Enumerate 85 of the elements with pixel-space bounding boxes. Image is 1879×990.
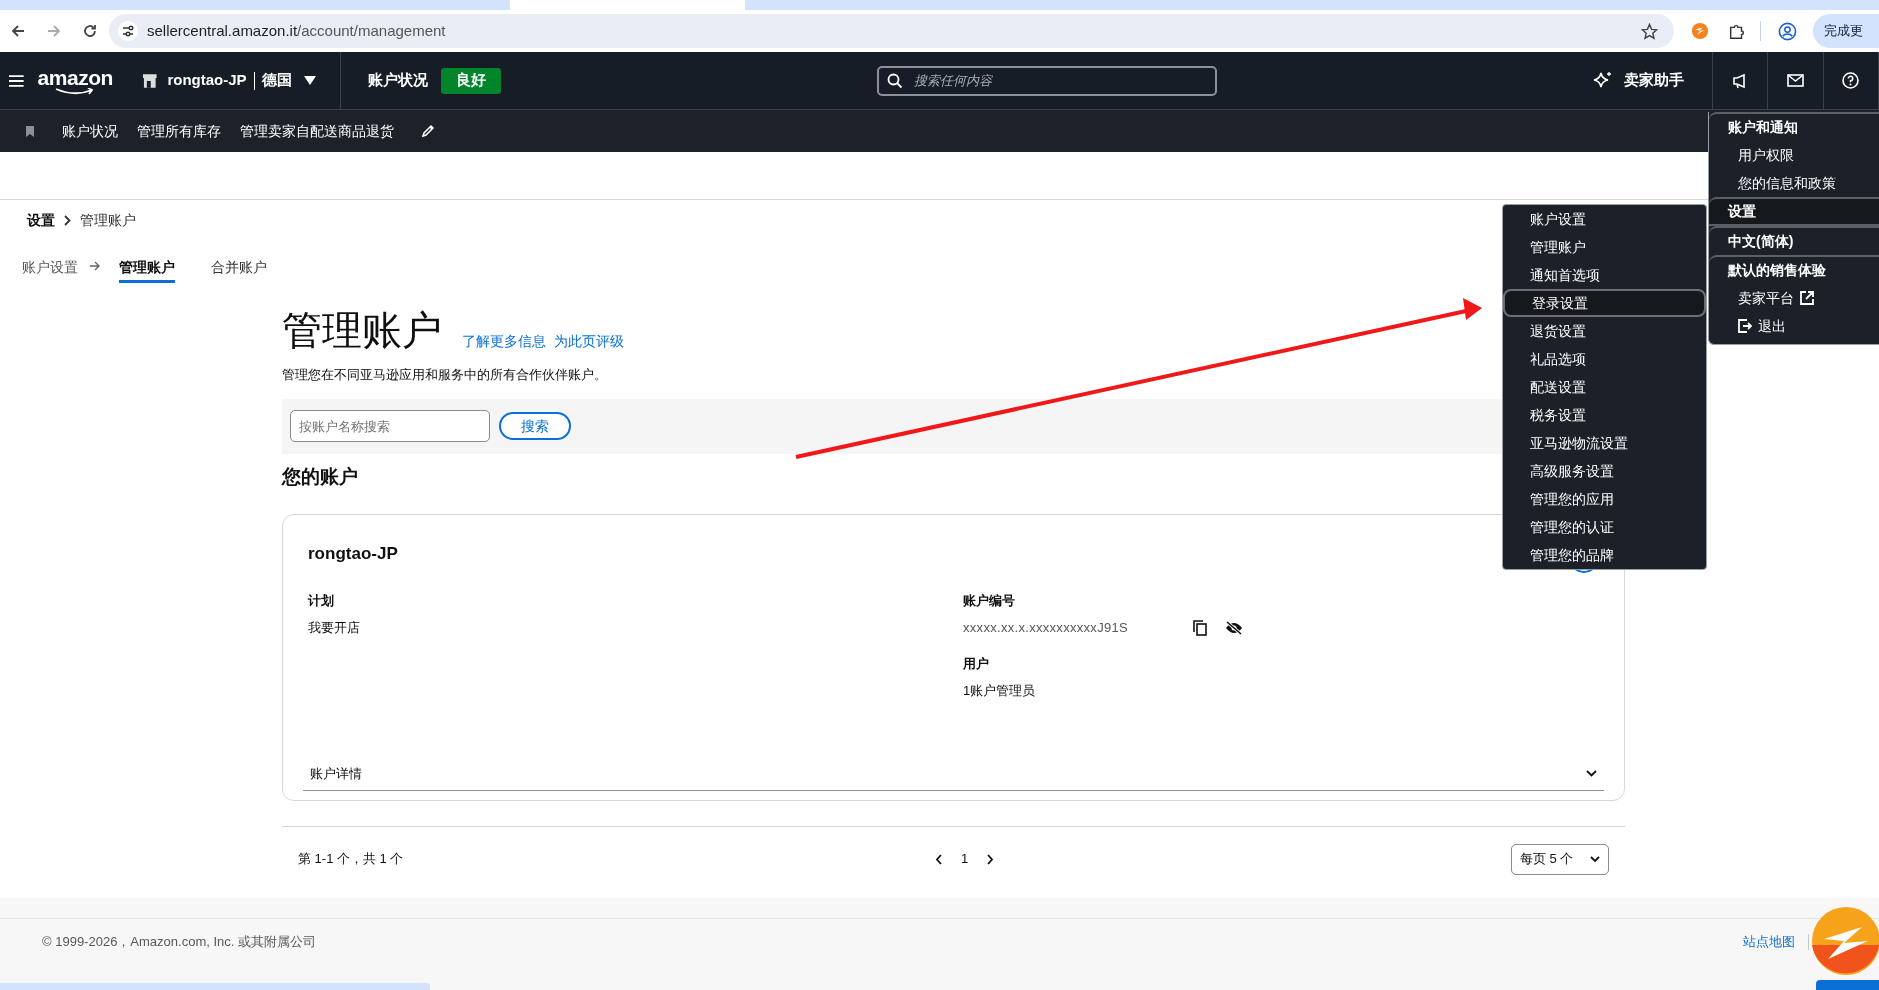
eye-off-icon[interactable] [1225,620,1243,635]
search-button[interactable]: 搜索 [499,412,571,440]
breadcrumb-link[interactable]: 管理账户 [80,209,136,231]
chevron-down-icon [1586,770,1597,777]
field-label: 用户 [963,654,990,673]
chevron-right-icon [64,214,71,226]
details-expander[interactable]: 账户详情 [303,757,1604,791]
tab[interactable]: 合并账户 [211,257,267,280]
account-number: xxxxx.xx.x.xxxxxxxxxxJ91S [963,619,1129,637]
account-health-label: 账户状况 [367,70,428,91]
search-field[interactable]: 搜索任何内容 [876,65,1217,96]
settings-menu-item[interactable]: 配送设置 [1503,373,1706,401]
settings-menu-item[interactable]: 管理您的认证 [1503,513,1706,541]
page-number[interactable]: 1 [961,849,969,869]
account-menu-item[interactable]: 退出 [1709,312,1879,340]
update-button[interactable]: 完成更 [1813,14,1879,48]
field-label: 计划 [308,591,335,610]
caret-icon [303,76,316,85]
settings-menu-item[interactable]: 管理您的品牌 [1503,541,1706,569]
field-value: 我要开店 [308,619,361,637]
account-search-field[interactable]: 按账户名称搜索 [290,410,490,442]
settings-menu-item[interactable]: 管理账户 [1503,233,1706,261]
logout-icon [1738,319,1752,333]
site-settings-icon[interactable] [118,21,138,41]
account-menu-item[interactable]: 您的信息和政策 [1709,169,1879,197]
help-link[interactable]: 为此页评级 [554,331,624,352]
account-menu-item[interactable]: 中文(简体) [1709,226,1879,255]
tab[interactable]: 管理账户 [119,257,175,283]
amazon-logo[interactable]: amazon [37,66,113,95]
pencil-icon[interactable] [421,124,435,138]
settings-menu-item[interactable]: 通知首选项 [1503,261,1706,289]
account-menu-item[interactable]: 设置 [1709,197,1879,226]
previous-page-icon[interactable] [935,853,943,865]
store-selector[interactable]: rongtao-JP 德国 [167,69,316,92]
search-icon [886,72,903,89]
field-label: 账户编号 [963,591,1016,610]
account-menu-item[interactable]: 卖家平台 [1709,284,1879,312]
settings-menu-item[interactable]: 登录设置 [1503,289,1706,317]
extension-icon[interactable] [1691,22,1709,40]
field-value: 1账户管理员 [963,682,1037,700]
account-name: rongtao-JP [308,543,398,565]
settings-menu-item[interactable]: 税务设置 [1503,401,1706,429]
floating-logo-icon[interactable] [1810,905,1879,975]
help-link[interactable]: 了解更多信息 [462,331,546,352]
url-text: sellercentral.amazon.it/account/management [147,20,446,41]
parent-step-link[interactable]: 账户设置 [22,257,78,278]
settings-menu-item[interactable]: 亚马逊物流设置 [1503,429,1706,457]
help-icon[interactable] [1842,72,1860,89]
settings-menu-item[interactable]: 管理您的应用 [1503,485,1706,513]
star-icon[interactable] [1641,22,1658,40]
next-page-icon[interactable] [986,853,995,865]
arrow-right-icon [90,261,101,271]
puzzle-icon[interactable] [1728,22,1746,40]
reload-icon[interactable] [82,23,98,39]
account-menu-item[interactable]: 默认的销售体验 [1709,255,1879,284]
pagination-summary: 第 1-1 个，共 1 个 [298,850,404,869]
breadcrumb-link[interactable]: 设置 [27,209,55,231]
seller-assistant-button[interactable]: 卖家助手 [1592,69,1684,92]
status-badge[interactable]: 良好 [440,67,501,94]
shortcut-link[interactable]: 管理卖家自配送商品退货 [240,120,394,142]
profile-icon[interactable] [1778,21,1797,41]
menu-icon[interactable] [9,73,24,88]
account-menu-item[interactable]: 账户和通知 [1709,112,1879,141]
settings-menu-item[interactable]: 账户设置 [1503,205,1706,233]
settings-menu-item[interactable]: 退货设置 [1503,317,1706,345]
address-bar[interactable]: sellercentral.amazon.it/account/management [109,14,1674,48]
store-icon [141,73,158,88]
page-description: 管理您在不同亚马逊应用和服务中的所有合作伙伴账户。 [282,366,607,384]
footer-link[interactable]: 站点地图 [1743,932,1795,952]
mail-icon[interactable] [1786,74,1804,87]
copy-icon[interactable] [1193,619,1207,636]
shortcut-link[interactable]: 账户状况 [62,120,118,142]
bookmark-icon [26,125,34,137]
per-page-select[interactable]: 每页 5 个 [1511,843,1609,875]
section-title: 您的账户 [282,464,358,489]
back-icon[interactable] [10,23,26,39]
external-link-icon [1800,291,1814,305]
chevron-down-icon [1590,855,1600,863]
page-title: 管理账户 [282,307,442,354]
settings-menu-item[interactable]: 礼品选项 [1503,345,1706,373]
shortcut-link[interactable]: 管理所有库存 [137,120,221,142]
megaphone-icon[interactable] [1731,72,1748,89]
account-menu-item[interactable]: 用户权限 [1709,141,1879,169]
settings-menu-item[interactable]: 高级服务设置 [1503,457,1706,485]
copyright-text: © 1999-2026，Amazon.com, Inc. 或其附属公司 [42,933,316,952]
